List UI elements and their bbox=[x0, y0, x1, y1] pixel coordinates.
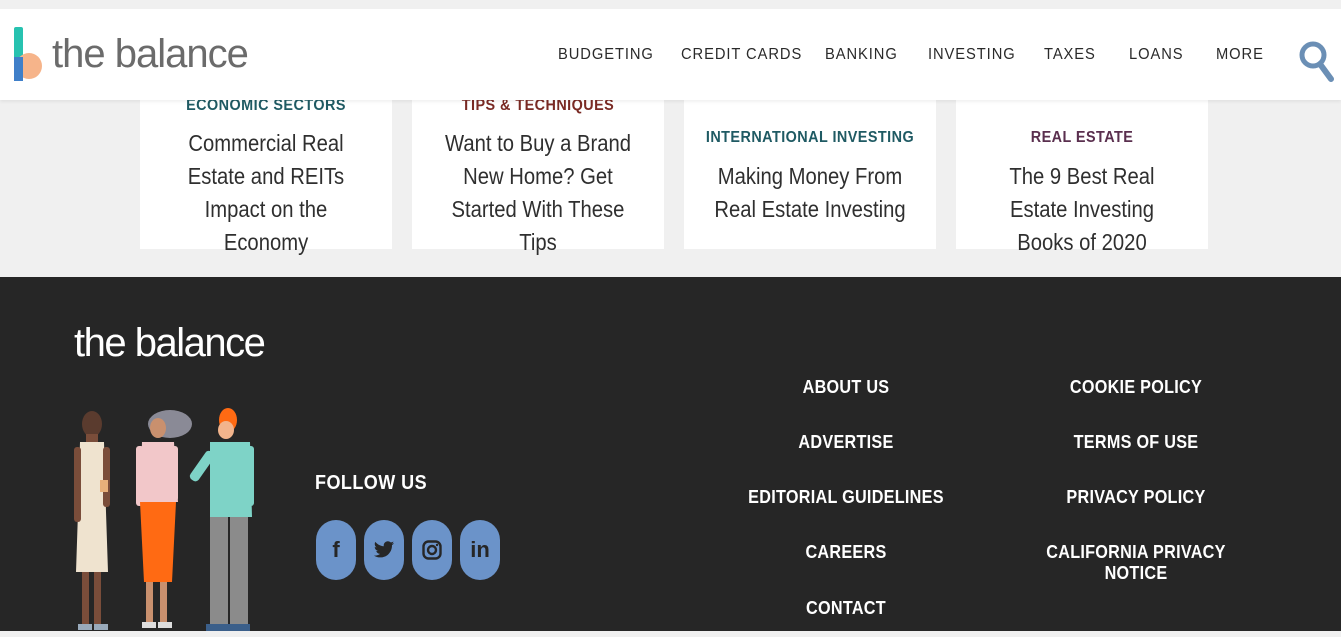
nav-item-loans[interactable]: LOANS bbox=[1129, 46, 1184, 64]
linkedin-icon[interactable]: in bbox=[460, 520, 500, 580]
related-articles: ECONOMIC SECTORS Commercial Real Estate … bbox=[0, 89, 1341, 277]
footer-link-careers[interactable]: CAREERS bbox=[756, 542, 936, 563]
site-footer: the balance FOLLOW US f in ABOUT US ADVE… bbox=[0, 277, 1341, 631]
twitter-icon[interactable] bbox=[364, 520, 404, 580]
footer-link-cookie-policy[interactable]: COOKIE POLICY bbox=[1046, 377, 1226, 398]
article-card[interactable]: INTERNATIONAL INVESTING Making Money Fro… bbox=[684, 89, 940, 253]
nav-item-budgeting[interactable]: BUDGETING bbox=[558, 46, 654, 64]
footer-link-advertise[interactable]: ADVERTISE bbox=[756, 432, 936, 453]
card-title[interactable]: Want to Buy a Brand New Home? Get Starte… bbox=[439, 127, 636, 259]
logo-text: the balance bbox=[52, 31, 249, 76]
footer-link-terms-of-use[interactable]: TERMS OF USE bbox=[1046, 432, 1226, 453]
logo-mark-icon bbox=[14, 27, 44, 81]
nav-item-investing[interactable]: INVESTING bbox=[928, 46, 1016, 64]
card-title[interactable]: Making Money From Real Estate Investing bbox=[711, 160, 908, 226]
twitter-bird-icon bbox=[373, 541, 395, 558]
follow-us-label: FOLLOW US bbox=[315, 472, 428, 494]
footer-link-privacy-policy[interactable]: PRIVACY POLICY bbox=[1046, 487, 1226, 508]
footer-link-about-us[interactable]: ABOUT US bbox=[756, 377, 936, 398]
instagram-glyph-icon bbox=[422, 540, 442, 560]
people-illustration bbox=[74, 408, 254, 631]
nav-item-banking[interactable]: BANKING bbox=[825, 46, 898, 64]
instagram-icon[interactable] bbox=[412, 520, 452, 580]
search-icon[interactable] bbox=[1298, 39, 1334, 83]
article-card[interactable]: REAL ESTATE The 9 Best Real Estate Inves… bbox=[956, 89, 1212, 255]
card-category[interactable]: INTERNATIONAL INVESTING bbox=[697, 129, 924, 147]
footer-link-california-privacy-notice[interactable]: CALIFORNIA PRIVACY NOTICE bbox=[1015, 542, 1258, 584]
footer-link-contact[interactable]: CONTACT bbox=[756, 598, 936, 619]
article-card[interactable]: ECONOMIC SECTORS Commercial Real Estate … bbox=[140, 91, 396, 255]
nav-item-more[interactable]: MORE bbox=[1216, 46, 1264, 64]
footer-logo[interactable]: the balance bbox=[74, 321, 266, 366]
card-title[interactable]: The 9 Best Real Estate Investing Books o… bbox=[983, 160, 1180, 259]
nav-item-taxes[interactable]: TAXES bbox=[1044, 46, 1096, 64]
footer-link-editorial-guidelines[interactable]: EDITORIAL GUIDELINES bbox=[738, 487, 954, 508]
facebook-icon[interactable]: f bbox=[316, 520, 356, 580]
site-logo[interactable]: the balance bbox=[14, 27, 249, 81]
nav-item-credit-cards[interactable]: CREDIT CARDS bbox=[681, 46, 802, 64]
site-header: the balance BUDGETING CREDIT CARDS BANKI… bbox=[0, 0, 1341, 100]
card-category[interactable]: REAL ESTATE bbox=[969, 129, 1196, 147]
card-title[interactable]: Commercial Real Estate and REITs Impact … bbox=[167, 127, 364, 259]
article-card[interactable]: TIPS & TECHNIQUES Want to Buy a Brand Ne… bbox=[412, 91, 668, 255]
